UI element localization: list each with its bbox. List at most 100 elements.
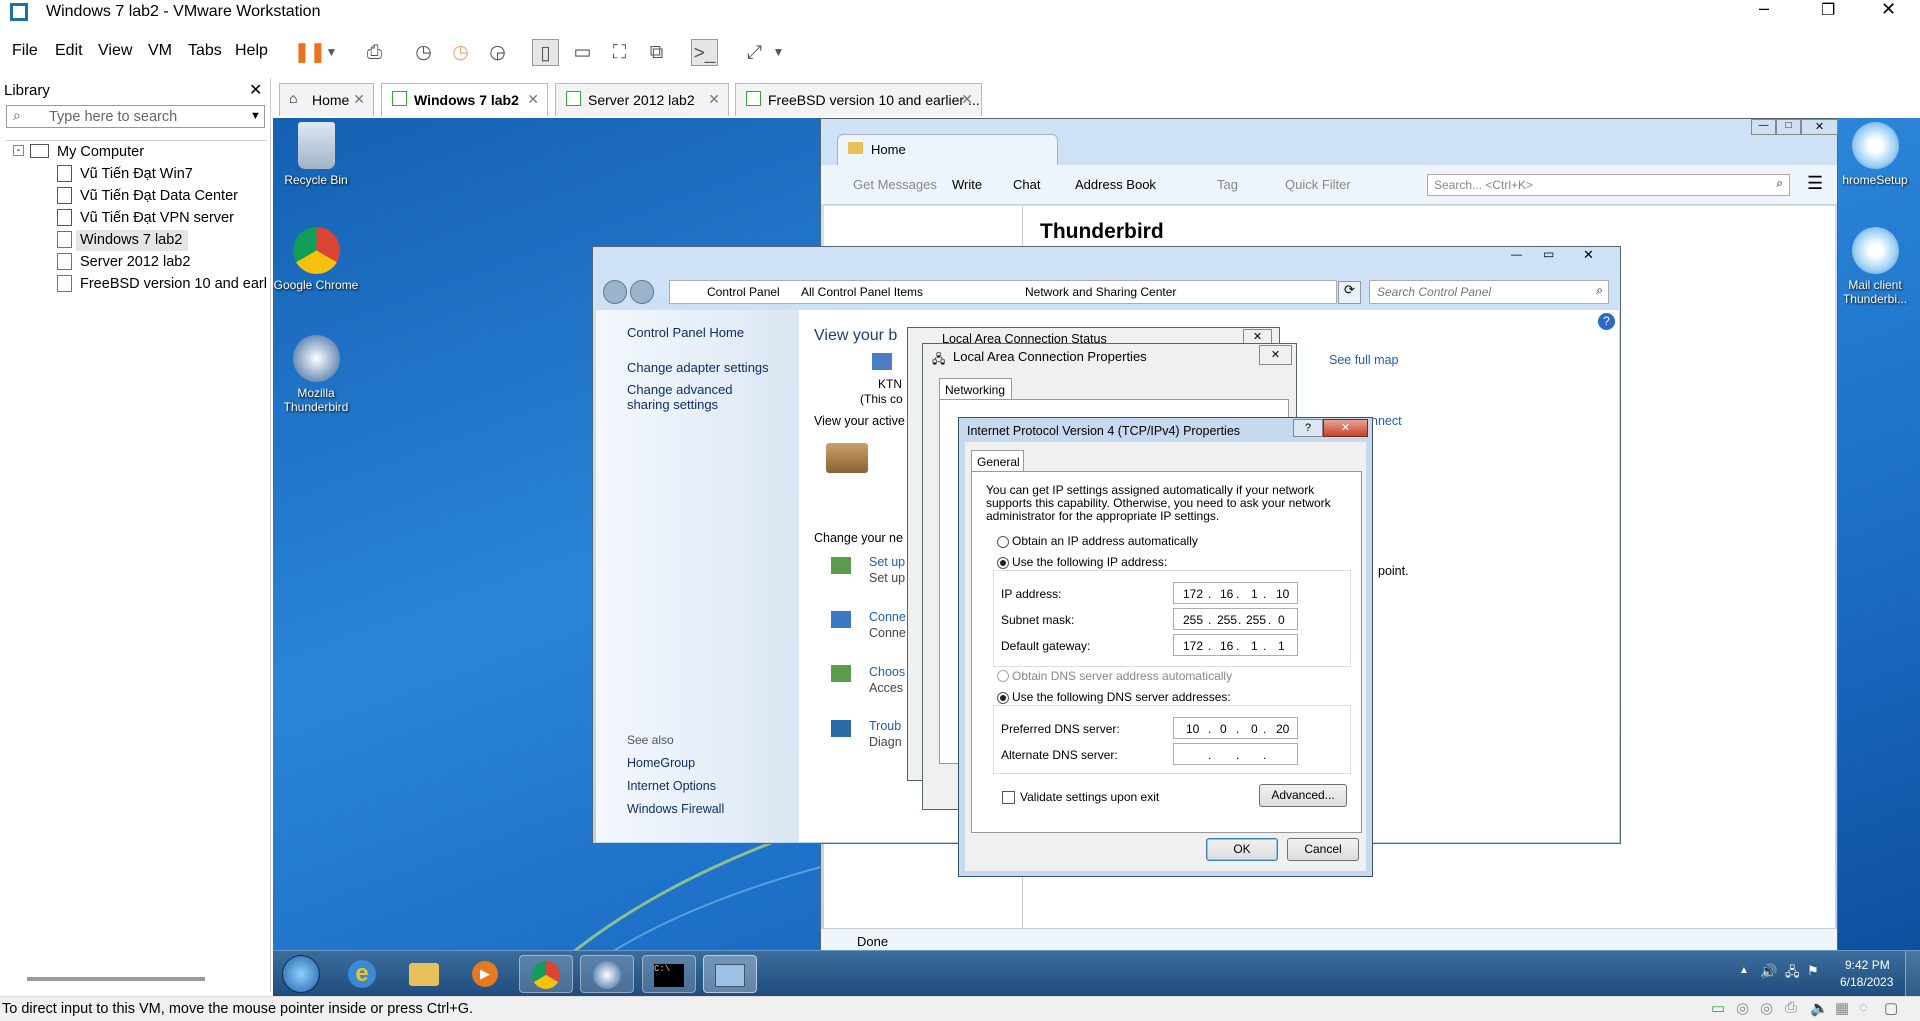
connect-link[interactable]: nnect: [1371, 414, 1402, 428]
unity-icon[interactable]: ⧉: [643, 39, 670, 66]
task-link[interactable]: Conne: [869, 610, 906, 624]
floppy-device-icon[interactable]: ◎: [1760, 999, 1773, 1017]
task-link[interactable]: Choos: [869, 665, 905, 679]
snapshot-icon[interactable]: ◷: [410, 39, 437, 66]
internet-options-link[interactable]: Internet Options: [627, 779, 716, 793]
tag-button[interactable]: Tag: [1217, 177, 1238, 192]
tab-server-2012-lab2[interactable]: Server 2012 lab2 ✕: [555, 83, 729, 116]
quick-filter-button[interactable]: Quick Filter: [1285, 177, 1351, 192]
tab-home[interactable]: ⌂ Home ✕: [279, 83, 374, 116]
alternate-dns-field[interactable]: ...: [1173, 743, 1298, 765]
tree-vm-item[interactable]: Vũ Tiến Đạt VPN server: [80, 210, 234, 226]
ipv4-close-icon[interactable]: ✕: [1323, 419, 1368, 437]
pause-icon[interactable]: ❚❚: [294, 39, 326, 66]
tb-minimize-icon[interactable]: —: [1751, 119, 1776, 135]
desktop-icon-chromesetup[interactable]: hromeSetup: [1832, 122, 1918, 187]
subnet-mask-field[interactable]: 255. 255. 255. 0: [1173, 608, 1298, 630]
tb-close-icon[interactable]: ✕: [1801, 119, 1838, 135]
ipv4-properties-dialog[interactable]: Internet Protocol Version 4 (TCP/IPv4) P…: [958, 417, 1373, 877]
tree-my-computer[interactable]: My Computer: [57, 144, 144, 160]
tab-close-icon[interactable]: ✕: [961, 91, 973, 108]
explorer-taskbar-icon[interactable]: [397, 955, 451, 993]
write-button[interactable]: Write: [952, 177, 982, 192]
get-messages-button[interactable]: Get Messages: [853, 177, 937, 192]
message-icon[interactable]: ▢: [1884, 999, 1898, 1017]
general-tab[interactable]: General: [971, 450, 1024, 472]
tab-close-icon[interactable]: ✕: [708, 91, 720, 108]
cp-maximize-icon[interactable]: ▭: [1543, 247, 1554, 261]
network-error-icon[interactable]: 🖧: [1785, 963, 1800, 985]
chat-button[interactable]: Chat: [1013, 177, 1040, 192]
clock-date[interactable]: 6/18/2023: [1840, 975, 1893, 989]
app-menu-icon[interactable]: ☰: [1807, 173, 1823, 194]
homegroup-link[interactable]: HomeGroup: [627, 756, 695, 770]
use-ip-label[interactable]: Use the following IP address:: [1012, 555, 1167, 569]
validate-label[interactable]: Validate settings upon exit: [1020, 790, 1159, 804]
close-icon[interactable]: ✕: [1881, 0, 1896, 20]
desktop-icon-recycle-bin[interactable]: Recycle Bin: [273, 122, 359, 187]
back-icon[interactable]: [603, 280, 627, 304]
address-book-button[interactable]: Address Book: [1075, 177, 1156, 192]
clock-time[interactable]: 9:42 PM: [1845, 958, 1890, 972]
search-dropdown-icon[interactable]: ▼: [250, 110, 261, 122]
advanced-button[interactable]: Advanced...: [1259, 784, 1347, 807]
start-button[interactable]: [282, 955, 320, 993]
action-center-icon[interactable]: ⚑: [1807, 963, 1819, 979]
library-search[interactable]: ⌕ Type here to search ▼: [6, 105, 265, 128]
forward-icon[interactable]: [630, 280, 654, 304]
networking-tab[interactable]: Networking: [939, 378, 1012, 400]
obtain-dns-radio[interactable]: [997, 670, 1009, 682]
media-player-taskbar-icon[interactable]: ▶: [458, 955, 512, 993]
cp-minimize-icon[interactable]: —: [1511, 249, 1522, 261]
stretch-dropdown-icon[interactable]: ▼: [765, 39, 792, 66]
tree-vm-item[interactable]: Vũ Tiến Đạt Data Center: [80, 188, 238, 204]
task-link[interactable]: Set up: [869, 555, 905, 569]
tab-freebsd[interactable]: FreeBSD version 10 and earlier ... ✕: [735, 83, 982, 116]
show-desktop-button[interactable]: [1905, 951, 1920, 997]
cp-sharing-link[interactable]: Change advanced sharing settings: [627, 382, 777, 412]
obtain-dns-label[interactable]: Obtain DNS server address automatically: [1012, 669, 1232, 683]
restore-icon[interactable]: ❐: [1821, 0, 1835, 20]
menu-vm[interactable]: VM: [148, 42, 172, 60]
tree-vm-item-selected[interactable]: Windows 7 lab2: [80, 232, 182, 248]
tree-vm-item[interactable]: Server 2012 lab2: [80, 254, 190, 270]
settings-device-icon[interactable]: ◌: [1859, 999, 1868, 1016]
task-link[interactable]: Troub: [869, 719, 901, 733]
revert-snapshot-icon[interactable]: ◷: [447, 39, 474, 66]
dropdown-arrow-icon[interactable]: ▼: [318, 39, 345, 66]
cmd-taskbar-icon[interactable]: C:\: [642, 955, 696, 993]
sound-device-icon[interactable]: 🔈: [1810, 999, 1829, 1017]
tree-vm-item[interactable]: FreeBSD version 10 and earli: [80, 276, 268, 292]
menu-file[interactable]: File: [12, 42, 38, 60]
library-close-icon[interactable]: ✕: [249, 80, 262, 100]
tb-home-tab[interactable]: Home: [837, 134, 1058, 165]
show-hidden-icons-icon[interactable]: ▲: [1739, 965, 1749, 976]
cp-close-icon[interactable]: ✕: [1583, 247, 1594, 263]
network-device-icon[interactable]: ▭: [1711, 999, 1725, 1017]
cp-crumb[interactable]: All Control Panel Items: [801, 285, 923, 299]
send-keys-icon[interactable]: ⎙: [361, 39, 388, 66]
stretch-icon[interactable]: ⤢: [741, 39, 768, 66]
tab-close-icon[interactable]: ✕: [353, 91, 365, 108]
ie-taskbar-icon[interactable]: e: [335, 955, 389, 993]
windows-firewall-link[interactable]: Windows Firewall: [627, 802, 724, 816]
menu-edit[interactable]: Edit: [55, 42, 83, 60]
desktop-icon-google-chrome[interactable]: Google Chrome: [273, 227, 359, 292]
use-ip-radio[interactable]: [997, 557, 1009, 569]
cp-adapter-link[interactable]: Change adapter settings: [627, 360, 769, 375]
help-icon[interactable]: ?: [1293, 419, 1323, 437]
preferred-dns-field[interactable]: 10. 0. 0. 20: [1173, 717, 1298, 739]
desktop-icon-mail-client[interactable]: Mail client Thunderbi...: [1832, 227, 1918, 306]
chrome-taskbar-icon[interactable]: [519, 955, 573, 993]
default-gateway-field[interactable]: 172. 16. 1. 1: [1173, 634, 1298, 656]
validate-checkbox[interactable]: [1002, 791, 1015, 804]
thumbnail-icon[interactable]: ▭: [569, 39, 596, 66]
printer-device-icon[interactable]: ⎙: [1785, 999, 1797, 1016]
library-scrollbar[interactable]: [27, 977, 205, 981]
tree-vm-item[interactable]: Vũ Tiến Đạt Win7: [80, 166, 193, 182]
cp-home-link[interactable]: Control Panel Home: [627, 325, 744, 340]
lac-props-close-icon[interactable]: ✕: [1259, 345, 1292, 365]
menu-help[interactable]: Help: [235, 42, 268, 60]
obtain-ip-radio[interactable]: [997, 536, 1009, 548]
tab-close-icon[interactable]: ✕: [527, 91, 539, 108]
